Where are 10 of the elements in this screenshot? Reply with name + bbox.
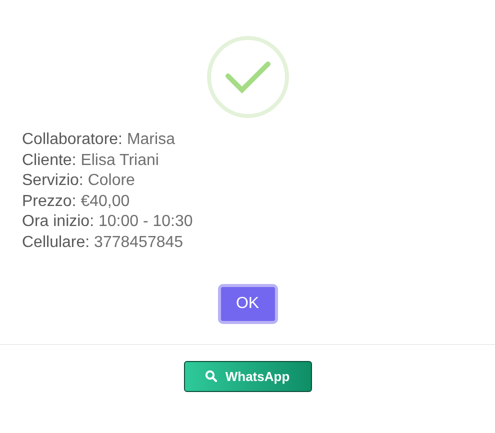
whatsapp-button[interactable]: WhatsApp	[184, 360, 312, 392]
detail-line: Collaboratore: Marisa	[22, 130, 176, 150]
detail-line: Cliente: Elisa Triani	[22, 150, 160, 171]
ok-button[interactable]: OK	[218, 284, 278, 324]
detail-line: Cellulare: 3778457845	[22, 232, 184, 253]
detail-line: Servizio: Colore	[22, 171, 136, 192]
search-icon	[205, 370, 218, 382]
success-check-icon	[206, 36, 288, 118]
detail-line: Ora inizio: 10:00 - 10:30	[22, 212, 194, 232]
detail-line: Prezzo: €40,00	[22, 192, 131, 212]
